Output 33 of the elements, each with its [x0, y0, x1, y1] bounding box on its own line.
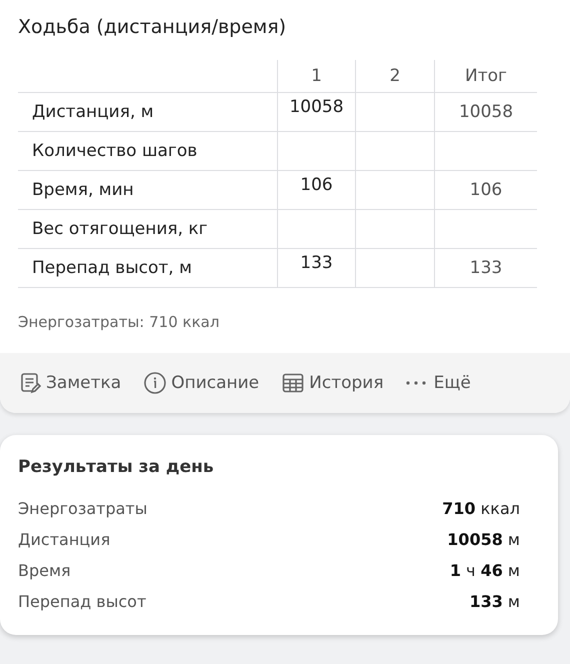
- column-header: 2: [356, 60, 434, 92]
- toolbar-button[interactable]: Ещё: [406, 373, 471, 393]
- row-label: Время, мин: [18, 170, 278, 210]
- toolbar-button[interactable]: Описание: [143, 371, 260, 395]
- result-label: Дистанция: [18, 530, 110, 549]
- result-value: 710 ккал: [442, 499, 520, 518]
- toolbar-button[interactable]: Заметка: [18, 371, 122, 395]
- energy-text: Энергозатраты: 710 ккал: [17, 312, 220, 333]
- table-cell[interactable]: 106: [434, 170, 537, 210]
- toolbar-button[interactable]: История: [281, 371, 384, 395]
- table-cell[interactable]: 133: [434, 248, 537, 288]
- table-cell[interactable]: 10058: [278, 92, 356, 132]
- row-label: Количество шагов: [18, 132, 278, 170]
- result-label: Перепад высот: [18, 592, 146, 611]
- column-header: 1: [278, 60, 356, 92]
- column-header: Итог: [434, 60, 537, 92]
- exercise-title: Ходьба (дистанция/время): [17, 15, 288, 40]
- more-icon: [406, 381, 426, 385]
- result-value: 1 ч 46 м: [450, 561, 520, 580]
- result-label: Энергозатраты: [18, 499, 148, 518]
- table-cell[interactable]: 10058: [434, 92, 537, 132]
- row-label: Перепад высот, м: [18, 248, 278, 288]
- row-label: Вес отягощения, кг: [18, 210, 278, 248]
- table-icon: [281, 371, 306, 395]
- card-title: Результаты за день: [18, 457, 215, 477]
- table-cell[interactable]: 106: [278, 170, 356, 210]
- note-icon: [18, 371, 42, 395]
- row-label: Дистанция, м: [18, 92, 278, 132]
- result-value: 10058 м: [447, 530, 520, 549]
- result-label: Время: [18, 561, 71, 580]
- result-value: 133 м: [469, 592, 520, 611]
- table-cell[interactable]: 133: [278, 248, 356, 288]
- info-icon: [143, 371, 168, 395]
